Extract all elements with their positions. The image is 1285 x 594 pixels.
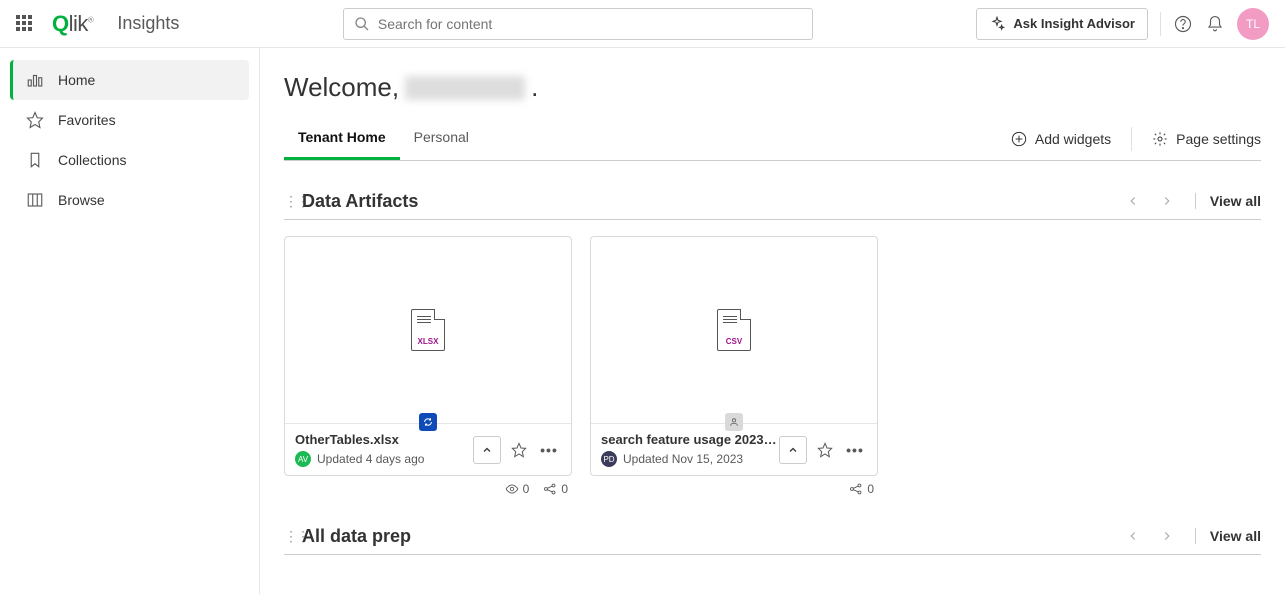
ask-insight-advisor-button[interactable]: Ask Insight Advisor <box>976 8 1148 40</box>
welcome-prefix: Welcome, <box>284 72 399 103</box>
view-all-link[interactable]: View all <box>1195 528 1261 544</box>
user-avatar[interactable]: TL <box>1237 8 1269 40</box>
tab-tenant-home[interactable]: Tenant Home <box>284 117 400 160</box>
advisor-label: Ask Insight Advisor <box>1013 16 1135 31</box>
header-section-name: Insights <box>117 13 179 34</box>
file-icon: XLSX <box>411 309 445 351</box>
add-widgets-button[interactable]: Add widgets <box>1011 131 1111 147</box>
file-type-label: XLSX <box>412 337 444 346</box>
card-title: search feature usage 2023.cs <box>601 432 779 447</box>
sidebar-item-favorites[interactable]: Favorites <box>10 100 249 140</box>
chevron-up-icon <box>787 444 799 456</box>
chevron-right-icon[interactable] <box>1155 189 1179 213</box>
card-updated: Updated 4 days ago <box>317 452 424 466</box>
person-badge-icon <box>725 413 743 431</box>
views-stat: 0 <box>505 482 530 496</box>
share-icon <box>849 482 863 496</box>
welcome-suffix: . <box>531 72 538 103</box>
help-icon[interactable] <box>1173 14 1193 34</box>
sidebar-item-label: Home <box>58 72 95 88</box>
file-icon: CSV <box>717 309 751 351</box>
plus-circle-icon <box>1011 131 1027 147</box>
file-type-label: CSV <box>718 337 750 346</box>
columns-icon <box>26 191 44 209</box>
card-preview: XLSX <box>285 237 571 424</box>
expand-button[interactable] <box>473 436 501 464</box>
bookmark-icon <box>26 151 44 169</box>
brand-logo[interactable]: Qlik® <box>52 11 93 37</box>
drag-handle-icon[interactable]: ⋮⋮ <box>284 528 294 545</box>
more-menu-button[interactable]: ••• <box>537 438 561 462</box>
more-menu-button[interactable]: ••• <box>843 438 867 462</box>
tabs-row: Tenant Home Personal Add widgets Page se… <box>284 117 1261 161</box>
sidebar-item-label: Browse <box>58 192 105 208</box>
star-icon <box>817 442 833 458</box>
card-preview: CSV <box>591 237 877 424</box>
sidebar-item-label: Collections <box>58 152 126 168</box>
expand-button[interactable] <box>779 436 807 464</box>
owner-avatar: PD <box>601 451 617 467</box>
card-stats: 0 0 <box>284 482 572 496</box>
search-icon <box>354 16 370 32</box>
bell-icon[interactable] <box>1205 14 1225 34</box>
section-all-data-prep: ⋮⋮ All data prep View all <box>284 524 1261 555</box>
share-stat: 0 <box>849 482 874 496</box>
sidebar-item-collections[interactable]: Collections <box>10 140 249 180</box>
share-stat: 0 <box>543 482 568 496</box>
chevron-right-icon[interactable] <box>1155 524 1179 548</box>
eye-icon <box>505 482 519 496</box>
divider <box>1160 12 1161 36</box>
divider <box>1131 127 1132 151</box>
search-input-wrap[interactable] <box>343 8 813 40</box>
search-input[interactable] <box>378 16 802 32</box>
chevron-left-icon[interactable] <box>1121 189 1145 213</box>
brand-text: lik <box>69 11 88 36</box>
section-title: All data prep <box>302 526 411 547</box>
section-data-artifacts: ⋮⋮ Data Artifacts View all <box>284 189 1261 496</box>
gear-icon <box>1152 131 1168 147</box>
sidebar-item-label: Favorites <box>58 112 116 128</box>
share-icon <box>543 482 557 496</box>
favorite-button[interactable] <box>813 438 837 462</box>
page-settings-button[interactable]: Page settings <box>1152 131 1261 147</box>
bar-chart-icon <box>26 71 44 89</box>
chevron-up-icon <box>481 444 493 456</box>
sidebar: Home Favorites Collections Browse <box>0 48 260 594</box>
section-title: Data Artifacts <box>302 191 418 212</box>
sidebar-item-home[interactable]: Home <box>10 60 249 100</box>
sidebar-item-browse[interactable]: Browse <box>10 180 249 220</box>
star-icon <box>511 442 527 458</box>
card-title: OtherTables.xlsx <box>295 432 473 447</box>
star-icon <box>26 111 44 129</box>
owner-avatar: AV <box>295 451 311 467</box>
favorite-button[interactable] <box>507 438 531 462</box>
artifact-card[interactable]: XLSX OtherTables.xlsx AV Upd <box>284 236 572 476</box>
view-all-link[interactable]: View all <box>1195 193 1261 209</box>
card-updated: Updated Nov 15, 2023 <box>623 452 743 466</box>
main-content: Welcome, . Tenant Home Personal Add widg… <box>260 48 1285 594</box>
artifact-card[interactable]: CSV search feature usage 2023.cs PD <box>590 236 878 476</box>
tab-personal[interactable]: Personal <box>400 117 483 160</box>
sync-badge-icon <box>419 413 437 431</box>
sparkle-icon <box>989 16 1005 32</box>
apps-launcher-icon[interactable] <box>16 15 34 33</box>
card-stats: 0 <box>590 482 878 496</box>
chevron-left-icon[interactable] <box>1121 524 1145 548</box>
drag-handle-icon[interactable]: ⋮⋮ <box>284 193 294 210</box>
welcome-username-redacted <box>405 76 525 100</box>
welcome-heading: Welcome, . <box>284 72 1261 103</box>
app-header: Qlik® Insights Ask Insight Advisor TL <box>0 0 1285 48</box>
